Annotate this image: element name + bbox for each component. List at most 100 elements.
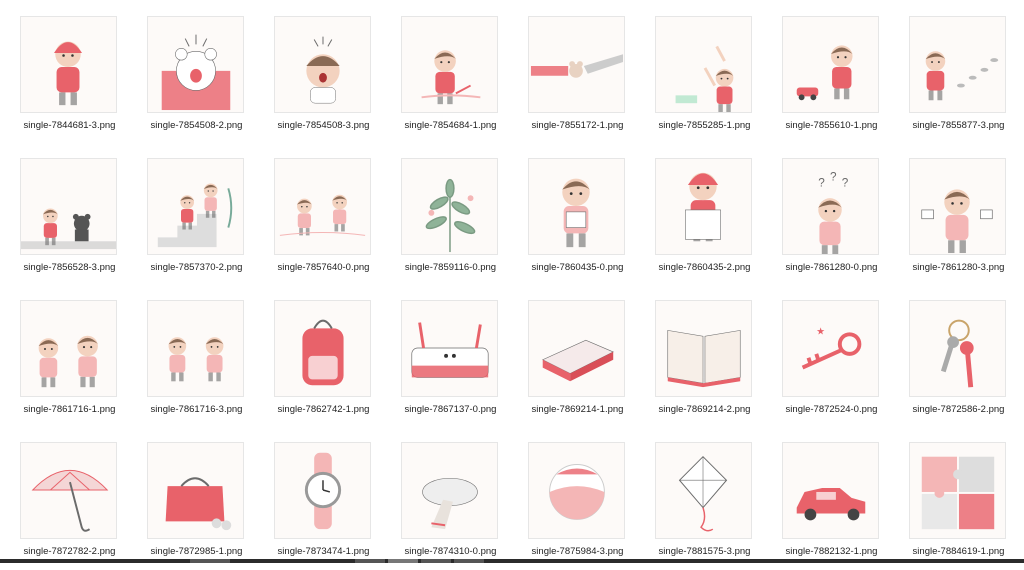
file-name: single-7855877-3.png: [912, 120, 1005, 131]
children-on-stairs-icon: [147, 158, 244, 255]
children-reaching-icon: [655, 16, 752, 113]
file-name: single-7855172-1.png: [531, 120, 624, 131]
taskbar-button[interactable]: [421, 559, 451, 563]
file-name: single-7857370-2.png: [150, 262, 243, 273]
file-tile[interactable]: single-7854684-1.png: [383, 2, 510, 144]
scarf-icon: [401, 442, 498, 539]
svg-text:?: ?: [842, 176, 849, 189]
file-tile[interactable]: single-7869214-2.png: [637, 286, 764, 428]
child-red-hat-icon: [20, 16, 117, 113]
umbrella-icon: [20, 442, 117, 539]
file-name: single-7873474-1.png: [277, 546, 370, 557]
confused-child-icon: ???: [782, 158, 879, 255]
file-tile[interactable]: single-7861716-1.png: [2, 286, 129, 428]
file-tile[interactable]: single-7872985-1.png: [129, 428, 256, 570]
file-name: single-7860435-2.png: [658, 262, 751, 273]
keys-on-ring-icon: [909, 300, 1006, 397]
file-name: single-7861280-0.png: [785, 262, 878, 273]
file-name: single-7869214-2.png: [658, 404, 751, 415]
taskbar-button[interactable]: [388, 559, 418, 563]
file-tile[interactable]: single-7881575-3.png: [637, 428, 764, 570]
file-tile[interactable]: single-7882132-1.png: [764, 428, 891, 570]
file-tile[interactable]: single-7859116-0.png: [383, 144, 510, 286]
file-name: single-7861716-1.png: [23, 404, 116, 415]
file-tile[interactable]: single-7872782-2.png: [2, 428, 129, 570]
file-name: single-7862742-1.png: [277, 404, 370, 415]
file-name: single-7856528-3.png: [23, 262, 116, 273]
taskbar-button[interactable]: [454, 559, 484, 563]
file-name: single-7854508-2.png: [150, 120, 243, 131]
child-with-box-icon: [655, 158, 752, 255]
file-name: single-7872524-0.png: [785, 404, 878, 415]
file-tile[interactable]: single-7884619-1.png: [891, 428, 1018, 570]
file-name: single-7882132-1.png: [785, 546, 878, 557]
wristwatch-icon: [274, 442, 371, 539]
file-tile[interactable]: single-7872586-2.png: [891, 286, 1018, 428]
puzzle-icon: [909, 442, 1006, 539]
file-name: single-7872586-2.png: [912, 404, 1005, 415]
file-tile[interactable]: single-7855610-1.png: [764, 2, 891, 144]
file-tile[interactable]: single-7844681-3.png: [2, 2, 129, 144]
file-tile[interactable]: ★ single-7872524-0.png: [764, 286, 891, 428]
file-tile[interactable]: single-7861716-3.png: [129, 286, 256, 428]
file-tile[interactable]: single-7860435-2.png: [637, 144, 764, 286]
child-and-bear-icon: [20, 158, 117, 255]
file-tile[interactable]: single-7854508-3.png: [256, 2, 383, 144]
purse-icon: [147, 442, 244, 539]
file-tile[interactable]: single-7855285-1.png: [637, 2, 764, 144]
file-tile[interactable]: single-7855172-1.png: [510, 2, 637, 144]
taskbar-button[interactable]: [190, 559, 230, 563]
file-name: single-7855285-1.png: [658, 120, 751, 131]
file-tile[interactable]: single-7854508-2.png: [129, 2, 256, 144]
file-name: single-7859116-0.png: [404, 262, 497, 273]
backpack-icon: [274, 300, 371, 397]
file-name: single-7860435-0.png: [531, 262, 624, 273]
ball-icon: [528, 442, 625, 539]
file-name: single-7855610-1.png: [785, 120, 878, 131]
svg-text:?: ?: [830, 171, 837, 184]
file-tile[interactable]: single-7860435-0.png: [510, 144, 637, 286]
file-tile[interactable]: single-7856528-3.png: [2, 144, 129, 286]
file-tile[interactable]: single-7857640-0.png: [256, 144, 383, 286]
file-tile[interactable]: single-7855877-3.png: [891, 2, 1018, 144]
file-tile[interactable]: single-7873474-1.png: [256, 428, 383, 570]
red-car-icon: [782, 442, 879, 539]
file-name: single-7874310-0.png: [404, 546, 497, 557]
file-grid: single-7844681-3.png single-7854508-2.png…: [0, 0, 1024, 560]
two-girls-icon: [147, 300, 244, 397]
taskbar-button[interactable]: [355, 559, 385, 563]
kite-icon: [655, 442, 752, 539]
hands-holding-toy-icon: [528, 16, 625, 113]
svg-text:★: ★: [816, 326, 825, 337]
file-name: single-7861280-3.png: [912, 262, 1005, 273]
child-with-cups-icon: [909, 158, 1006, 255]
file-tile[interactable]: single-7857370-2.png: [129, 144, 256, 286]
child-with-paper-icon: [528, 158, 625, 255]
file-name: single-7875984-3.png: [531, 546, 624, 557]
file-name: single-7872985-1.png: [150, 546, 243, 557]
file-name: single-7844681-3.png: [23, 120, 116, 131]
child-toy-car-icon: [782, 16, 879, 113]
file-tile[interactable]: single-7861280-3.png: [891, 144, 1018, 286]
taskbar: [0, 559, 1024, 563]
file-name: single-7869214-1.png: [531, 404, 624, 415]
children-sharing-icon: [20, 300, 117, 397]
bear-peeking-icon: [147, 16, 244, 113]
file-tile[interactable]: single-7875984-3.png: [510, 428, 637, 570]
file-name: single-7872782-2.png: [23, 546, 116, 557]
crying-baby-icon: [274, 16, 371, 113]
file-name: single-7867137-0.png: [404, 404, 497, 415]
file-name: single-7881575-3.png: [658, 546, 751, 557]
plants-icon: [401, 158, 498, 255]
closed-book-icon: [528, 300, 625, 397]
file-tile[interactable]: single-7867137-0.png: [383, 286, 510, 428]
pencil-case-icon: [401, 300, 498, 397]
file-name: single-7854684-1.png: [404, 120, 497, 131]
file-tile[interactable]: single-7862742-1.png: [256, 286, 383, 428]
file-tile[interactable]: single-7874310-0.png: [383, 428, 510, 570]
child-drawing-icon: [401, 16, 498, 113]
file-name: single-7854508-3.png: [277, 120, 370, 131]
open-book-icon: [655, 300, 752, 397]
file-tile[interactable]: ??? single-7861280-0.png: [764, 144, 891, 286]
file-tile[interactable]: single-7869214-1.png: [510, 286, 637, 428]
